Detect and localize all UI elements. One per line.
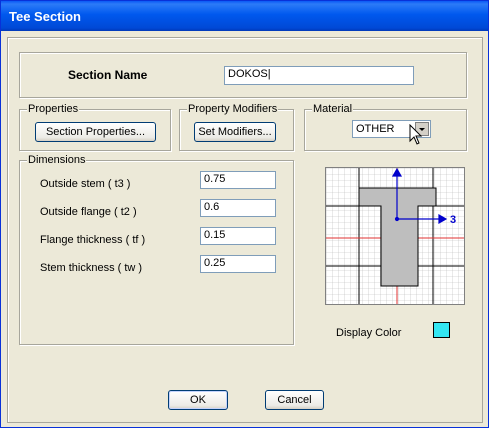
outside-flange-label: Outside flange ( t2 ) — [40, 206, 137, 218]
flange-thickness-value: 0.15 — [204, 229, 226, 241]
display-color-label: Display Color — [336, 327, 402, 339]
section-name-input[interactable]: DOKOS| — [224, 66, 414, 85]
dimensions-group-label: Dimensions — [27, 154, 87, 166]
stem-thickness-value: 0.25 — [204, 257, 226, 269]
axis-3-label: 3 — [450, 214, 456, 226]
section-properties-button[interactable]: Section Properties... — [35, 122, 156, 142]
stem-thickness-label: Stem thickness ( tw ) — [40, 262, 143, 274]
stem-thickness-input[interactable]: 0.25 — [200, 255, 276, 273]
property-modifiers-group-label: Property Modifiers — [187, 103, 279, 115]
section-preview: 3 — [325, 167, 465, 305]
properties-group-label: Properties — [27, 103, 80, 115]
display-color-swatch[interactable] — [433, 322, 450, 338]
mouse-pointer-icon — [409, 124, 423, 145]
flange-thickness-input[interactable]: 0.15 — [200, 227, 276, 245]
outside-stem-label: Outside stem ( t3 ) — [40, 178, 131, 190]
section-name-label: Section Name — [68, 68, 148, 82]
set-modifiers-button[interactable]: Set Modifiers... — [194, 122, 276, 142]
title-bar[interactable]: Tee Section — [1, 1, 488, 31]
flange-thickness-label: Flange thickness ( tf ) — [40, 234, 146, 246]
cancel-button[interactable]: Cancel — [265, 390, 324, 410]
material-group-label: Material — [312, 103, 354, 115]
outside-flange-value: 0.6 — [204, 201, 220, 213]
outside-flange-input[interactable]: 0.6 — [200, 199, 276, 217]
outside-stem-input[interactable]: 0.75 — [200, 171, 276, 189]
outside-stem-value: 0.75 — [204, 173, 226, 185]
tee-section-dialog: Tee Section Section Name DOKOS| Properti… — [0, 0, 489, 428]
window-title: Tee Section — [9, 9, 82, 24]
text-caret: | — [267, 68, 271, 80]
ok-button[interactable]: OK — [168, 390, 228, 410]
material-selected-value: OTHER — [356, 123, 395, 135]
section-name-value: DOKOS — [228, 68, 268, 80]
